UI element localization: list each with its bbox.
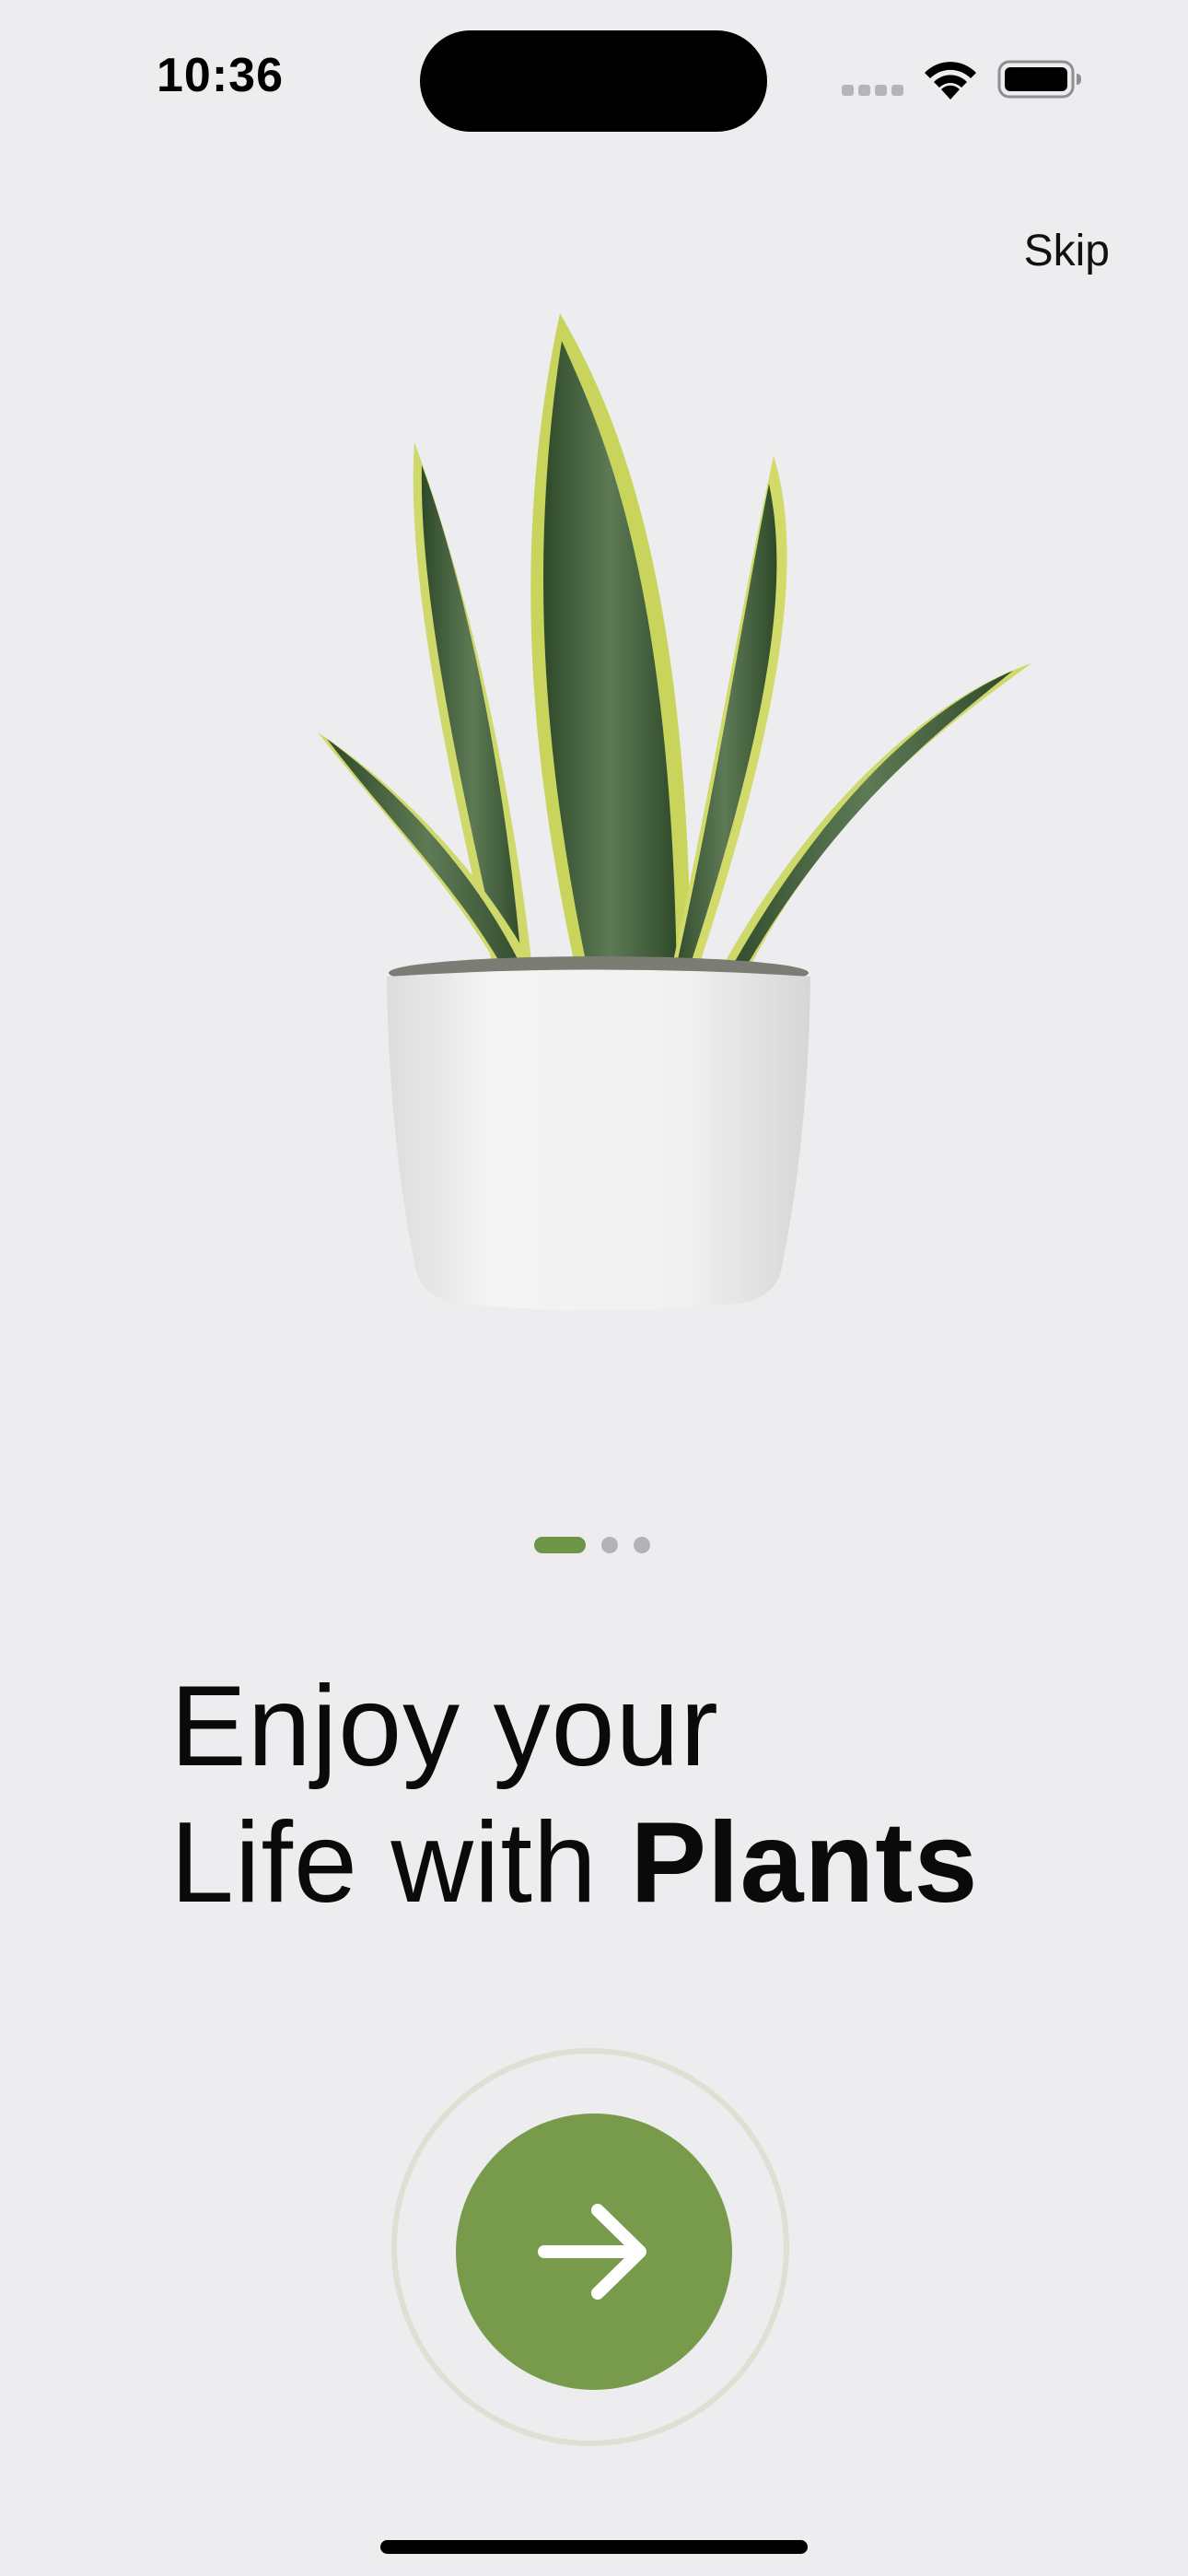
battery-icon [997, 60, 1081, 99]
dynamic-island [420, 30, 767, 132]
wifi-icon [925, 62, 976, 100]
arrow-right-icon [538, 2204, 646, 2300]
headline-line-2-bold: Plants [630, 1799, 979, 1926]
headline-line-1: Enjoy your [170, 1663, 719, 1790]
cellular-signal-icon [842, 85, 904, 98]
status-time: 10:36 [157, 49, 284, 102]
headline-line-2: Life with Plants [170, 1795, 1137, 1931]
home-indicator[interactable] [380, 2540, 808, 2554]
plant-illustration [318, 313, 1031, 1311]
headline-line-2-regular: Life with [170, 1799, 631, 1926]
page-dot[interactable] [601, 1537, 618, 1553]
page-indicator [534, 1537, 663, 1555]
next-button[interactable] [456, 2113, 732, 2390]
onboarding-headline: Enjoy your Life with Plants [170, 1658, 1137, 1931]
skip-button[interactable]: Skip [1024, 226, 1110, 276]
page-dot[interactable] [634, 1537, 650, 1553]
onboarding-screen: 10:36 Skip Enjoy your Life with Plants [0, 0, 1188, 2576]
page-dot-active[interactable] [534, 1537, 586, 1553]
